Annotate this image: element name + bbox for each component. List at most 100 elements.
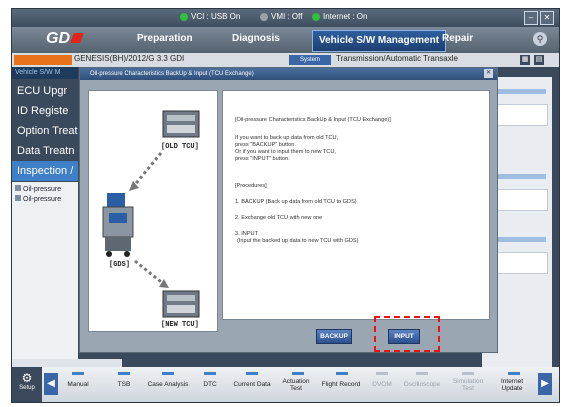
vci-status-text: VCI : USB On — [191, 12, 241, 21]
toolbar-dvom: DVOM — [372, 381, 392, 388]
system-button[interactable]: System — [289, 55, 331, 65]
vehicle-list-icon[interactable]: ▤ — [534, 55, 544, 65]
toolbar-tsb[interactable]: TSB — [108, 381, 140, 388]
old-tcu-icon — [162, 110, 200, 138]
dialog-title: Oil-pressure Characteristics BackUp & In… — [80, 68, 497, 80]
horizontal-scrollbar[interactable] — [12, 359, 122, 367]
close-window-button[interactable]: ✕ — [540, 11, 554, 25]
vmi-status-icon — [260, 12, 268, 21]
gds-label: [GDS] — [109, 261, 131, 269]
dvom-icon — [376, 372, 388, 375]
main-nav: GD Preparation Diagnosis Vehicle S/W Man… — [12, 27, 559, 53]
procedure-step-detail: (Input the backed up data to new TCU wit… — [237, 238, 359, 244]
toolbar-manual[interactable]: Manual — [62, 381, 94, 388]
toolbar-flight-record[interactable]: Flight Record — [318, 381, 364, 388]
setup-button[interactable]: ⚙ Setup — [12, 367, 42, 402]
sidebar-sub-label: Oil-pressure — [23, 196, 62, 203]
right-panel-header — [490, 237, 546, 242]
toolbar-prev-arrow[interactable]: ◀ — [44, 373, 58, 395]
bottom-toolbar: ⚙ Setup ◀ Manual TSB Case Analysis DTC C… — [12, 367, 559, 402]
vci-status-icon — [180, 12, 188, 21]
case-analysis-icon — [162, 372, 174, 375]
simulation-test-icon — [462, 372, 474, 375]
gds-logo: GD — [46, 30, 84, 48]
current-data-icon — [246, 372, 258, 375]
app-window: VCI : USB On VMI : Off Internet : On – ✕… — [11, 8, 560, 403]
sidebar-header: Vehicle S/W M — [12, 67, 78, 79]
setup-label: Setup — [19, 385, 35, 391]
internet-status-icon — [312, 12, 320, 21]
right-panel-header — [490, 89, 546, 94]
toolbar-actuation-test[interactable]: Actuation Test — [280, 378, 312, 392]
internet-status-text: Internet : On — [323, 12, 368, 21]
doc-icon — [15, 195, 21, 201]
dtc-icon — [204, 372, 216, 375]
minimize-button[interactable]: – — [524, 11, 538, 25]
backup-button[interactable]: BACKUP — [316, 329, 352, 344]
instruction-line: Or if you want to input them to new TCU, — [235, 149, 336, 155]
doc-icon — [15, 185, 21, 191]
sidebar: Vehicle S/W M ECU Upgr ID Registe Option… — [12, 67, 78, 367]
sidebar-item-inspection[interactable]: Inspection / — [12, 161, 78, 181]
vehicle-name: GENESIS(BH)/2012/G 3.3 GDI — [74, 54, 185, 63]
sidebar-sub-item[interactable]: Oil-pressure — [15, 195, 61, 203]
new-tcu-icon — [162, 290, 200, 318]
tab-repair[interactable]: Repair — [442, 33, 473, 44]
vehicle-info-icon[interactable]: ▦ — [520, 55, 530, 65]
new-tcu-label: [NEW TCU] — [161, 321, 199, 329]
sidebar-item-ecu-upgrade[interactable]: ECU Upgr — [12, 81, 78, 101]
toolbar-next-arrow[interactable]: ▶ — [538, 373, 552, 395]
toolbar-dtc[interactable]: DTC — [194, 381, 226, 388]
internet-update-icon — [508, 372, 520, 375]
status-bar: VCI : USB On VMI : Off Internet : On – ✕ — [12, 9, 559, 27]
diagram-panel: [OLD TCU] [GDS] [NEW TCU] — [88, 90, 218, 332]
input-button[interactable]: INPUT — [388, 329, 420, 344]
oil-pressure-dialog: Oil-pressure Characteristics BackUp & In… — [79, 67, 498, 353]
tab-preparation[interactable]: Preparation — [137, 33, 193, 44]
gear-icon: ⚙ — [21, 371, 33, 385]
sidebar-item-option-treatment[interactable]: Option Treat — [12, 121, 78, 141]
manual-icon — [72, 372, 84, 375]
sidebar-sub-item[interactable]: Oil-pressure — [15, 185, 61, 193]
sidebar-sub-panel: Oil-pressure Oil-pressure — [12, 182, 78, 367]
tsb-icon — [118, 372, 130, 375]
logo-mark-icon — [70, 33, 84, 43]
flight-record-icon — [336, 372, 348, 375]
tab-diagnosis[interactable]: Diagnosis — [232, 33, 280, 44]
old-tcu-label: [OLD TCU] — [161, 143, 199, 151]
tab-vehicle-sw-management[interactable]: Vehicle S/W Management — [312, 30, 447, 52]
procedure-step: 1. BACKUP (Back up data from old TCU to … — [235, 199, 357, 205]
instruction-line: press "BACKUP" button. — [235, 142, 296, 148]
procedures-heading: [Procedures] — [235, 183, 267, 189]
sidebar-item-data-treatment[interactable]: Data Treatn — [12, 141, 78, 161]
actuation-test-icon — [292, 372, 304, 375]
right-panel-header — [490, 174, 546, 179]
tcu-exchange-diagram — [102, 110, 200, 318]
vmi-status: VMI : Off — [260, 12, 302, 21]
search-icon[interactable]: ⚲ — [533, 32, 547, 46]
instructions-heading: [Oil-pressure Characteristics BackUp & I… — [235, 117, 391, 123]
instruction-line: press "INPUT" button. — [235, 156, 290, 162]
instructions-panel: [Oil-pressure Characteristics BackUp & I… — [222, 90, 490, 320]
instruction-line: If you want to back up data from old TCU… — [235, 135, 339, 141]
vmi-status-text: VMI : Off — [271, 12, 303, 21]
toolbar-internet-update[interactable]: Internet Update — [496, 378, 528, 392]
right-panel-field — [490, 252, 548, 274]
procedure-step: 3. INPUT — [235, 231, 259, 237]
gds-device-icon — [102, 193, 134, 257]
right-panel-field — [490, 189, 548, 211]
vehicle-select-button[interactable] — [14, 55, 72, 65]
toolbar-case-analysis[interactable]: Case Analysis — [146, 381, 190, 388]
oscilloscope-icon — [416, 372, 428, 375]
dialog-close-button[interactable]: ✕ — [484, 69, 493, 78]
vehicle-bar: GENESIS(BH)/2012/G 3.3 GDI System Transm… — [12, 53, 559, 67]
toolbar-oscilloscope: Oscilloscope — [403, 381, 441, 388]
sidebar-sub-label: Oil-pressure — [23, 186, 62, 193]
sidebar-item-id-register[interactable]: ID Registe — [12, 101, 78, 121]
procedure-step: 2. Exchange old TCU with new one — [235, 215, 323, 221]
toolbar-simulation-test: Simulation Test — [452, 378, 484, 392]
toolbar-current-data[interactable]: Current Data — [230, 381, 274, 388]
arrow-gds-to-new — [134, 259, 166, 287]
vci-status: VCI : USB On — [180, 12, 240, 21]
internet-status: Internet : On — [312, 12, 367, 21]
